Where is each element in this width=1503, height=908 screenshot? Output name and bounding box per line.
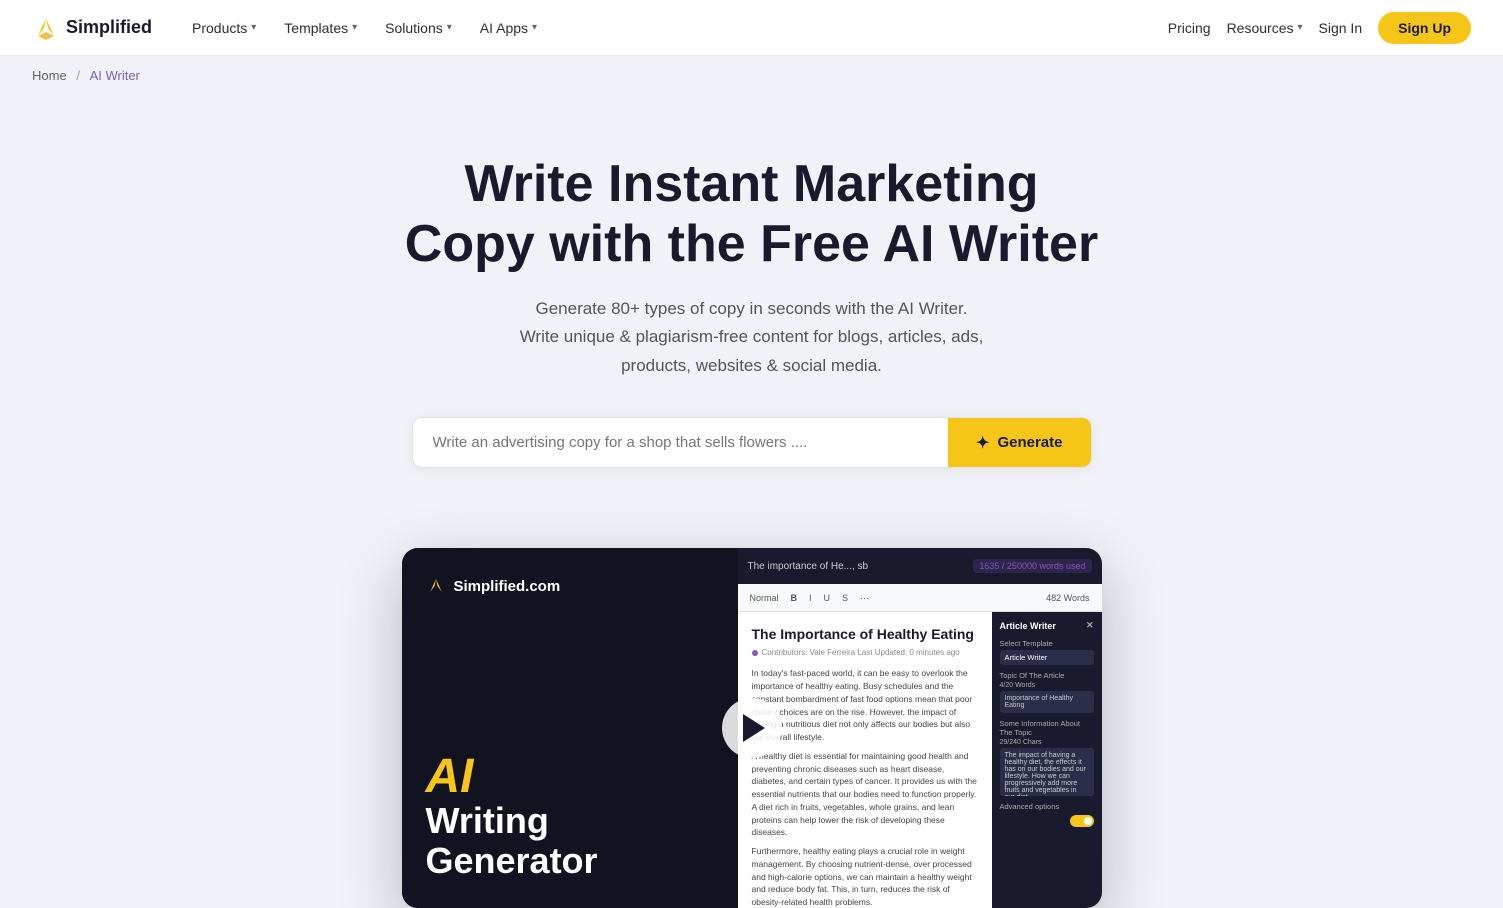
editor-meta-dot [752, 650, 758, 656]
video-ai-text: AI [426, 753, 714, 801]
brand-logo[interactable]: Simplified [32, 14, 152, 42]
products-chevron-icon: ▾ [251, 22, 256, 33]
navbar: Simplified Products ▾ Templates ▾ Soluti… [0, 0, 1503, 56]
video-brand-text: Simplified.com [454, 578, 561, 595]
side-panel-close-button[interactable]: ✕ [1086, 620, 1094, 631]
search-bar: ✦ Generate [412, 417, 1092, 468]
nav-pricing[interactable]: Pricing [1168, 20, 1211, 36]
nav-resources[interactable]: Resources ▾ [1227, 20, 1303, 36]
editor-body-text: In today's fast-paced world, it can be e… [752, 667, 978, 908]
hero-section: Write Instant Marketing Copy with the Fr… [0, 95, 1503, 508]
nav-right: Pricing Resources ▾ Sign In Sign Up [1168, 12, 1471, 44]
nav-links: Products ▾ Templates ▾ Solutions ▾ AI Ap… [180, 12, 1168, 44]
side-panel-title: Article Writer [1000, 621, 1056, 631]
advanced-toggle[interactable] [1070, 815, 1094, 827]
info-label: Some Information About The Topic [1000, 719, 1094, 737]
topic-label: Topic Of The Article [1000, 671, 1094, 680]
hero-subtitle-line1: Generate 80+ types of copy in seconds wi… [535, 299, 967, 318]
info-count: 29/240 Chars [1000, 739, 1042, 746]
topic-count: 4/20 Words [1000, 682, 1036, 689]
toolbar-strikethrough[interactable]: S [838, 591, 852, 605]
video-generator-text: Generator [426, 841, 714, 881]
templates-chevron-icon: ▾ [352, 22, 357, 33]
brand-name: Simplified [66, 17, 152, 38]
generate-button[interactable]: ✦ Generate [948, 418, 1090, 467]
template-label: Select Template [1000, 639, 1094, 648]
video-headline: AI Writing Generator [426, 753, 714, 880]
toolbar-word-count: 482 Words [1042, 591, 1093, 605]
hero-subtitle-line3: products, websites & social media. [621, 356, 882, 375]
topic-field[interactable]: Importance of Healthy Eating [1000, 691, 1094, 713]
play-button-container[interactable] [722, 698, 782, 758]
breadcrumb-separator: / [76, 68, 80, 83]
topic-count-row: 4/20 Words [1000, 682, 1094, 689]
video-section: Simplified.com AI Writing Generator The … [0, 508, 1503, 908]
toolbar-bold[interactable]: B [787, 591, 802, 605]
video-writing-text: Writing [426, 801, 714, 841]
video-container[interactable]: Simplified.com AI Writing Generator The … [402, 548, 1102, 908]
video-brand: Simplified.com [426, 576, 714, 596]
editor-word-count-badge: 1635 / 250000 words used [973, 559, 1091, 573]
breadcrumb-home[interactable]: Home [32, 68, 67, 83]
editor-toolbar: Normal B I U S ··· 482 Words [738, 584, 1102, 612]
editor-meta-text: Contributors: Vale Ferreira Last Updated… [762, 648, 960, 657]
info-field[interactable]: The impact of having a healthy diet, the… [1000, 748, 1094, 796]
toolbar-more[interactable]: ··· [856, 591, 873, 605]
side-panel-header: Article Writer ✕ [1000, 620, 1094, 631]
video-logo-icon [426, 576, 446, 596]
search-input[interactable] [413, 418, 949, 467]
ai-apps-chevron-icon: ▾ [532, 22, 537, 33]
editor-side-panel: Article Writer ✕ Select Template Article… [992, 612, 1102, 908]
editor-article-title: The Importance of Healthy Eating [752, 626, 978, 642]
video-inner: Simplified.com AI Writing Generator The … [402, 548, 1102, 908]
breadcrumb-current: AI Writer [90, 68, 140, 83]
info-count-row: 29/240 Chars [1000, 739, 1094, 746]
hero-subtitle: Generate 80+ types of copy in seconds wi… [472, 295, 1032, 382]
nav-signin[interactable]: Sign In [1319, 20, 1363, 36]
toolbar-normal[interactable]: Normal [746, 591, 783, 605]
nav-ai-apps[interactable]: AI Apps ▾ [468, 12, 549, 44]
template-select[interactable]: Article Writer [1000, 650, 1094, 665]
breadcrumb: Home / AI Writer [0, 56, 1503, 95]
solutions-chevron-icon: ▾ [447, 22, 452, 33]
nav-templates[interactable]: Templates ▾ [272, 12, 369, 44]
video-right-panel: The importance of He..., sb 1635 / 25000… [738, 548, 1102, 908]
resources-chevron-icon: ▾ [1297, 22, 1302, 33]
logo-icon [32, 14, 60, 42]
play-triangle-icon [743, 714, 765, 742]
generate-icon: ✦ [976, 433, 989, 453]
editor-para-1: In today's fast-paced world, it can be e… [752, 667, 978, 744]
editor-para-2: A healthy diet is essential for maintain… [752, 750, 978, 839]
toolbar-underline[interactable]: U [820, 591, 835, 605]
hero-subtitle-line2: Write unique & plagiarism-free content f… [520, 327, 984, 346]
editor-body: The Importance of Healthy Eating Contrib… [738, 612, 1102, 908]
video-left-panel: Simplified.com AI Writing Generator [402, 548, 738, 908]
editor-para-3: Furthermore, healthy eating plays a cruc… [752, 845, 978, 908]
editor-topbar-title: The importance of He..., sb [748, 561, 966, 572]
advanced-label: Advanced options [1000, 802, 1094, 811]
editor-main: The Importance of Healthy Eating Contrib… [738, 612, 992, 908]
hero-title: Write Instant Marketing Copy with the Fr… [402, 155, 1102, 275]
nav-signup-button[interactable]: Sign Up [1378, 12, 1471, 44]
nav-products[interactable]: Products ▾ [180, 12, 268, 44]
editor-topbar: The importance of He..., sb 1635 / 25000… [738, 548, 1102, 584]
editor-meta: Contributors: Vale Ferreira Last Updated… [752, 648, 978, 657]
play-button[interactable] [722, 698, 782, 758]
toolbar-italic[interactable]: I [805, 591, 816, 605]
nav-solutions[interactable]: Solutions ▾ [373, 12, 464, 44]
generate-label: Generate [997, 434, 1062, 451]
